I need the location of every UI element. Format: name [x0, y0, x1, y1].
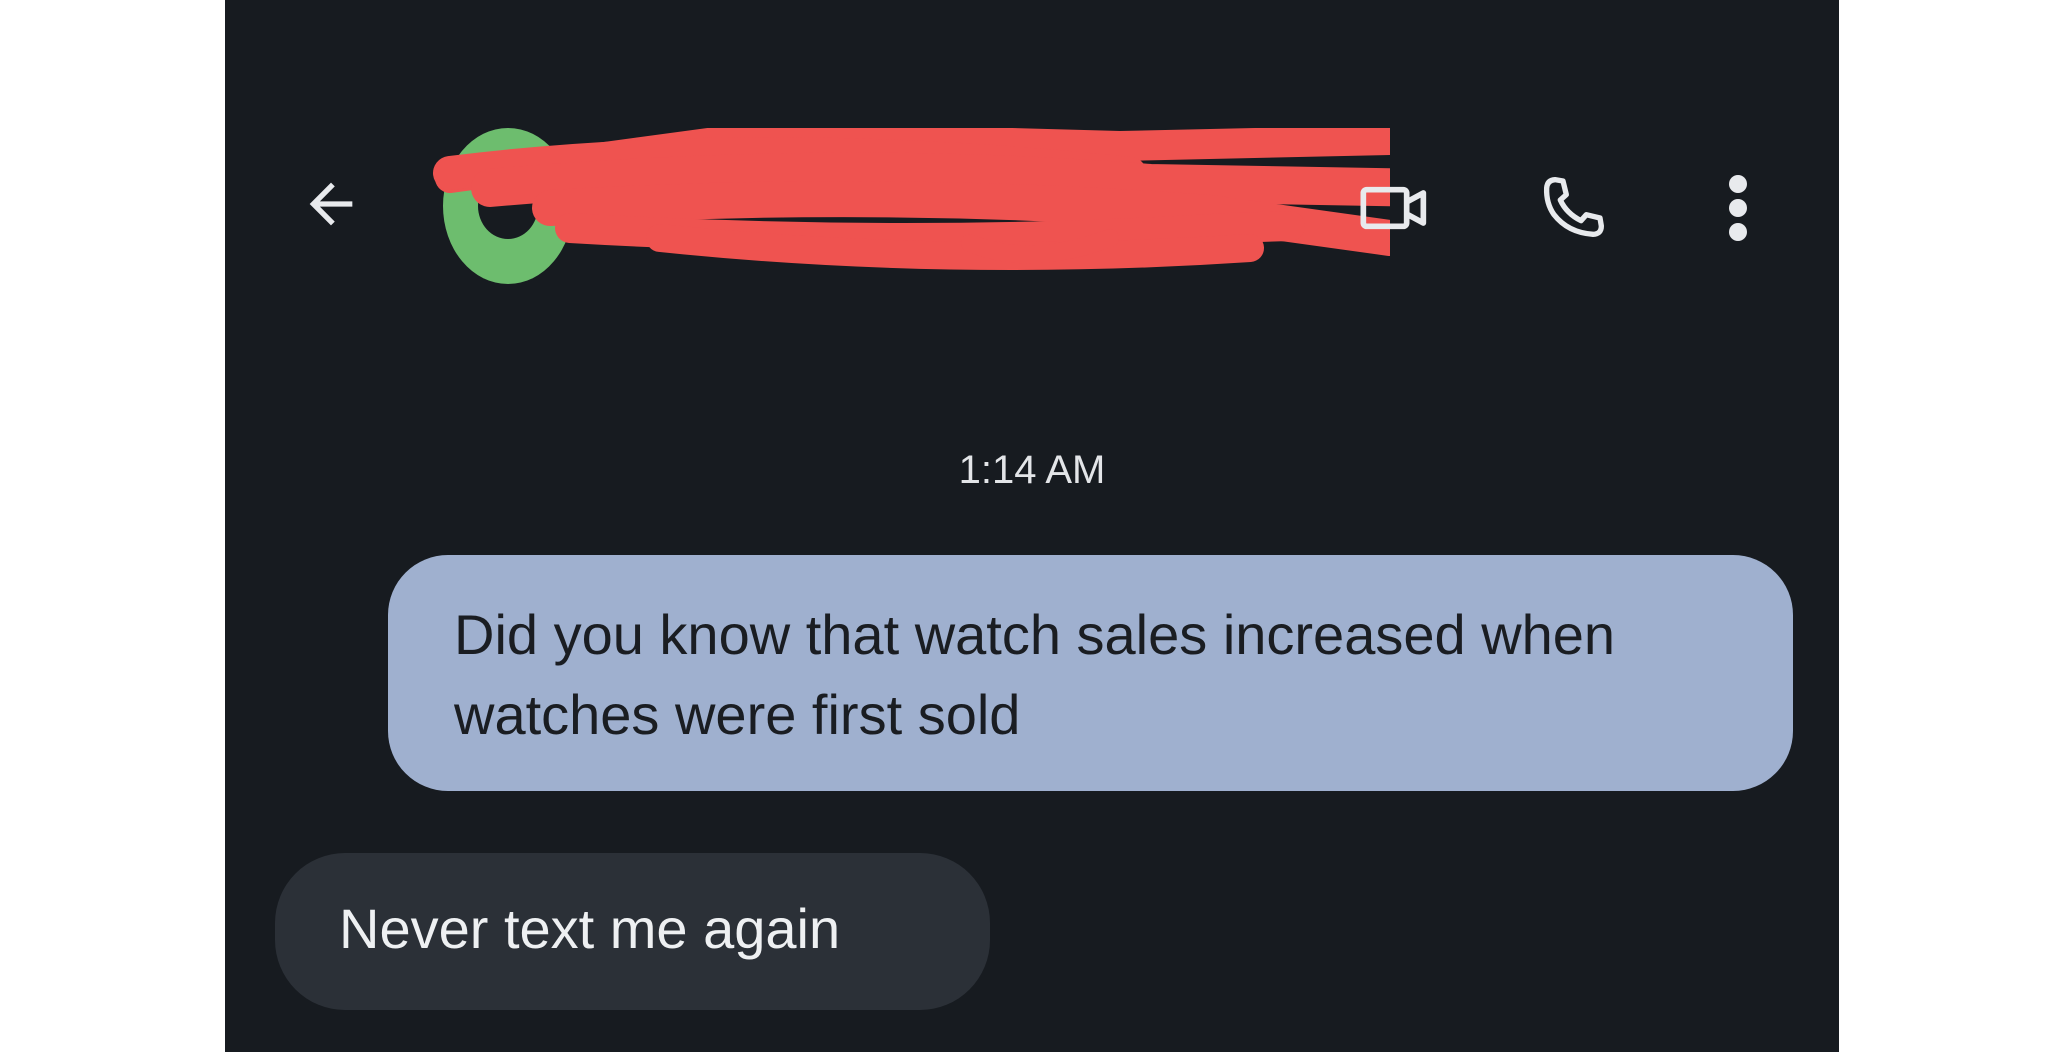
- arrow-back-icon: [309, 182, 353, 226]
- message-text: Did you know that watch sales increased …: [454, 603, 1616, 746]
- phone-call-icon: [1543, 177, 1604, 237]
- more-options-button[interactable]: [1713, 168, 1763, 248]
- page: 1:14 AM Did you know that watch sales in…: [0, 0, 2046, 1058]
- phone-call-button[interactable]: [1533, 168, 1613, 248]
- message-text: Never text me again: [339, 897, 841, 960]
- more-vert-icon: [1729, 175, 1747, 241]
- incoming-message-bubble[interactable]: Never text me again: [275, 853, 990, 1010]
- back-button[interactable]: [295, 168, 367, 240]
- video-call-button[interactable]: [1355, 168, 1435, 248]
- video-call-icon: [1360, 186, 1427, 230]
- redaction-scribble: [433, 128, 1390, 270]
- outgoing-message-bubble[interactable]: Did you know that watch sales increased …: [388, 555, 1793, 791]
- messages-screen: 1:14 AM Did you know that watch sales in…: [225, 0, 1839, 1052]
- message-timestamp: 1:14 AM: [958, 448, 1106, 492]
